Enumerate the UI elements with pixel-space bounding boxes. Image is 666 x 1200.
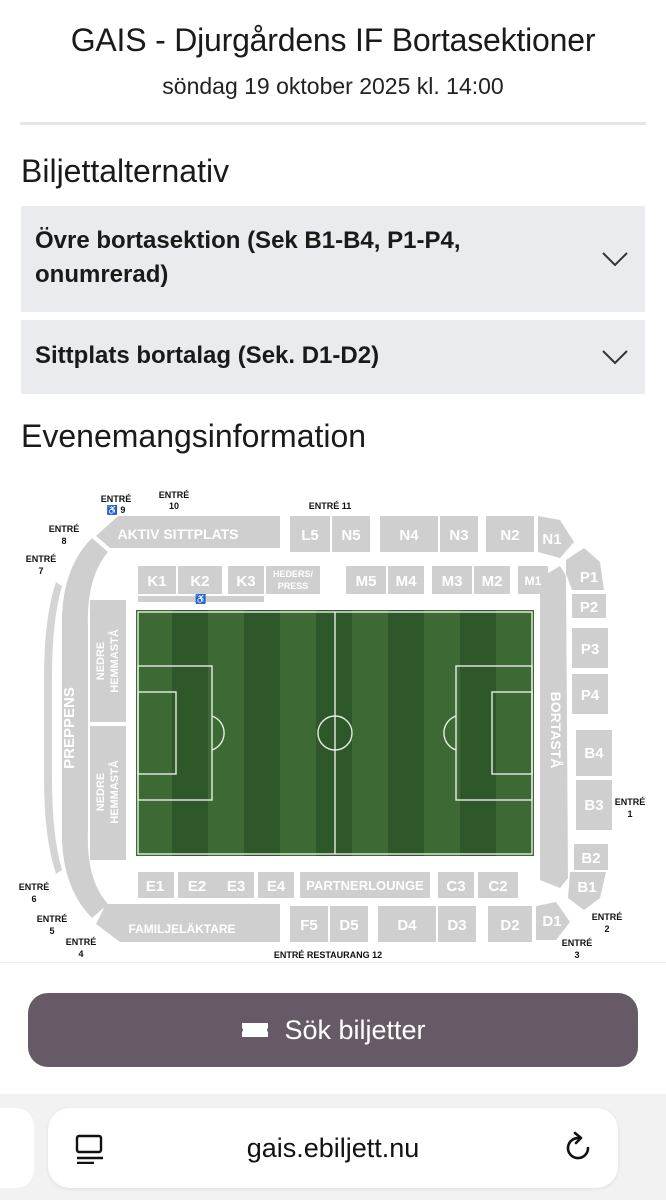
section-label: M5: [356, 573, 377, 590]
section-label: M2: [482, 573, 503, 590]
stand-label-nedre-1a: NEDRE: [95, 642, 107, 681]
svg-text:7: 7: [38, 566, 43, 576]
section-label: K2: [190, 573, 209, 590]
event-date: söndag 19 oktober 2025 kl. 14:00: [162, 73, 504, 99]
section-label: M1: [525, 574, 542, 588]
svg-text:4: 4: [78, 949, 83, 959]
section-label: E4: [267, 878, 286, 895]
svg-text:ENTRÉ: ENTRÉ: [49, 524, 80, 534]
stand-label-nedre-2b: HEMMASTÅ: [108, 760, 121, 824]
stand-label-heders-2: PRESS: [278, 581, 309, 591]
svg-text:ENTRÉ RESTAURANG 12: ENTRÉ RESTAURANG 12: [274, 950, 382, 960]
section-label: M3: [442, 573, 463, 590]
section-label: N1: [542, 531, 561, 548]
reload-icon[interactable]: [560, 1130, 596, 1166]
section-label: P4: [581, 687, 600, 704]
svg-text:8: 8: [61, 536, 66, 546]
stadium-map-svg: .st { fill: #cfcfcf; } .sl { fill: #ffff…: [19, 490, 646, 960]
pitch: [136, 610, 534, 856]
ticket-option-label: Sittplats bortalag (Sek. D1-D2): [35, 342, 380, 369]
chevron-down-icon: [602, 350, 628, 365]
section-label: K1: [147, 573, 166, 590]
section-label: K3: [236, 573, 255, 590]
svg-text:ENTRÉ: ENTRÉ: [101, 494, 132, 504]
section-label: D3: [447, 917, 466, 934]
section-label: F5: [300, 917, 318, 934]
event-title: GAIS - Djurgårdens IF Bortasektioner: [70, 22, 596, 58]
ticket-icon: [242, 1023, 269, 1037]
svg-text:2: 2: [604, 924, 609, 934]
stand-label-partner: PARTNERLOUNGE: [306, 878, 424, 893]
section-label: B1: [577, 879, 596, 896]
svg-text:ENTRÉ: ENTRÉ: [562, 938, 593, 948]
section-label: B4: [584, 745, 604, 762]
section-label: D4: [397, 917, 417, 934]
section-label: P1: [580, 569, 598, 586]
section-label: M4: [396, 573, 417, 590]
stand-label-heders-1: HEDERS/: [273, 569, 314, 579]
svg-text:6: 6: [31, 894, 36, 904]
svg-text:ENTRÉ: ENTRÉ: [592, 912, 623, 922]
bottom-action-bar: Sök biljetter: [0, 962, 666, 1094]
event-header: GAIS - Djurgårdens IF Bortasektioner sön…: [0, 0, 666, 100]
section-label: C2: [488, 878, 507, 895]
section-label: C3: [446, 878, 465, 895]
search-tickets-label: Sök biljetter: [284, 1014, 426, 1045]
section-label: D2: [500, 917, 519, 934]
event-info-heading: Evenemangsinformation: [21, 418, 367, 454]
stand-preppens-outer: [44, 582, 62, 874]
ticket-option-label: Övre bortasektion (Sek B1-B4, P1-P4, onu…: [35, 227, 461, 288]
section-label: N5: [341, 527, 360, 544]
section-label: D5: [339, 917, 358, 934]
svg-text:ENTRÉ: ENTRÉ: [37, 914, 68, 924]
section-label: L5: [301, 527, 319, 544]
stand-label-nedre-1b: HEMMASTÅ: [108, 629, 121, 693]
stand-label-familj: FAMILJELÄKTARE: [128, 921, 235, 936]
svg-text:ENTRÉ: ENTRÉ: [19, 882, 50, 892]
section-label: E2: [188, 878, 206, 895]
ticket-options-heading: Biljettalternativ: [21, 153, 230, 189]
svg-text:1: 1: [627, 809, 632, 819]
section-label: B3: [584, 797, 603, 814]
previous-tab-pill[interactable]: [0, 1108, 34, 1188]
stand-label-nedre-2a: NEDRE: [95, 773, 107, 812]
section-label: P2: [580, 599, 598, 616]
svg-text:♿ 9: ♿ 9: [107, 504, 126, 515]
svg-text:3: 3: [574, 950, 579, 960]
stadium-map: .st { fill: #cfcfcf; } .sl { fill: #ffff…: [0, 478, 666, 962]
svg-text:ENTRÉ: ENTRÉ: [615, 797, 646, 807]
url-text: gais.ebiljett.nu: [246, 1133, 420, 1163]
section-label: D1: [542, 913, 561, 930]
section-label: N4: [399, 527, 419, 544]
svg-text:5: 5: [49, 926, 54, 936]
search-tickets-button[interactable]: Sök biljetter: [28, 993, 638, 1067]
svg-text:ENTRÉ 11: ENTRÉ 11: [309, 501, 352, 511]
stand-label-aktiv: AKTIV SITTPLATS: [117, 526, 238, 542]
section-label: B2: [581, 850, 600, 867]
svg-text:ENTRÉ: ENTRÉ: [159, 490, 190, 500]
stand-label-bortasta: BORTASTÅ: [548, 692, 564, 769]
ticket-option-away-seated[interactable]: Sittplats bortalag (Sek. D1-D2): [21, 320, 645, 394]
chevron-down-icon: [602, 252, 628, 267]
ticket-option-upper-away[interactable]: Övre bortasektion (Sek B1-B4, P1-P4, onu…: [21, 206, 645, 312]
svg-text:ENTRÉ: ENTRÉ: [66, 937, 97, 947]
stand-label-preppens: PREPPENS: [61, 687, 78, 769]
wheelchair-icon: ♿: [195, 593, 206, 604]
header-divider: [20, 122, 646, 125]
section-label: E1: [146, 878, 164, 895]
address-bar[interactable]: gais.ebiljett.nu: [48, 1108, 618, 1188]
ticket-options-list: Övre bortasektion (Sek B1-B4, P1-P4, onu…: [21, 206, 645, 394]
section-label: P3: [581, 641, 599, 658]
section-label: E3: [227, 878, 245, 895]
svg-text:ENTRÉ: ENTRÉ: [26, 554, 57, 564]
section-label: N3: [449, 527, 468, 544]
browser-toolbar: gais.ebiljett.nu: [0, 1094, 666, 1200]
svg-text:10: 10: [169, 501, 179, 511]
section-label: N2: [500, 527, 519, 544]
